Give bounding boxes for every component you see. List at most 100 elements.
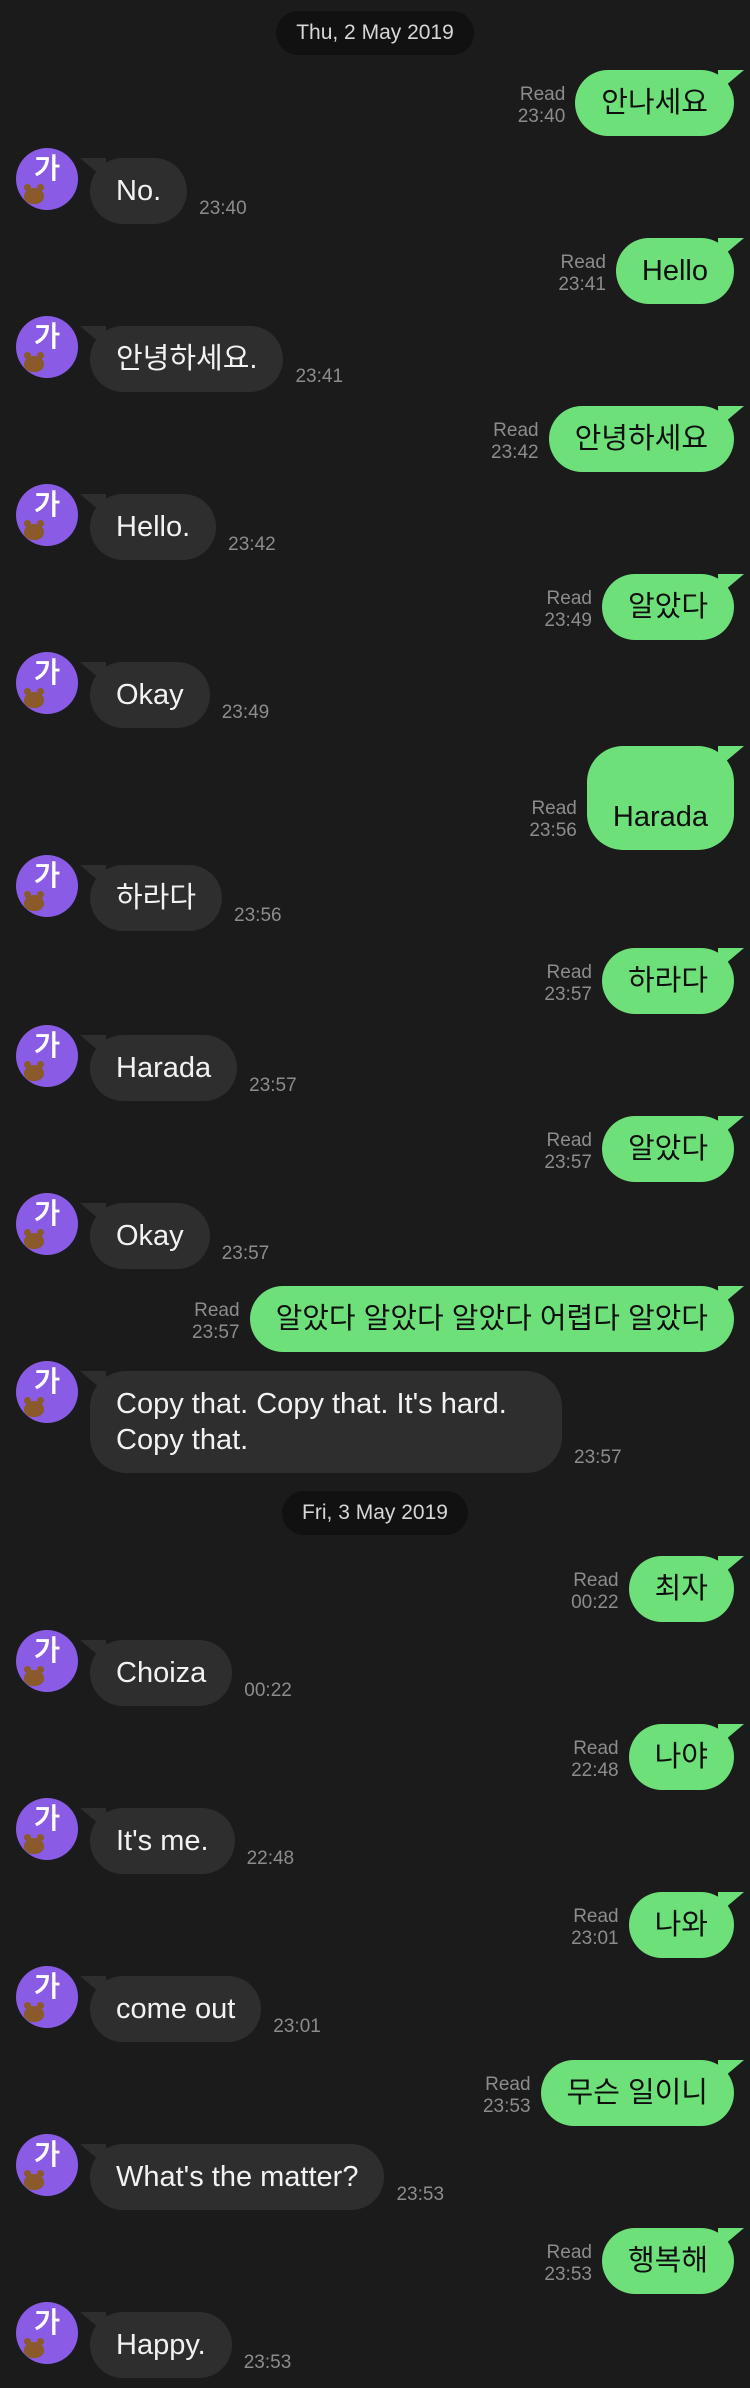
sent-message[interactable]: Read 23:53 무슨 일이니 [482,2060,745,2126]
bear-icon [24,1834,44,1854]
message-meta: Read 23:57 [544,962,592,1006]
message-meta: Read 23:40 [518,84,566,128]
avatar[interactable]: 가 [16,2134,78,2196]
avatar[interactable]: 가 [16,484,78,546]
sent-message[interactable]: Read 23:53 행복해 [544,2228,745,2294]
avatar[interactable]: 가 [16,652,78,714]
message-time: 23:01 [571,1928,619,1949]
read-receipt: Read [194,1300,240,1321]
sent-message[interactable]: Read 23:42 안녕하세요 [491,406,745,472]
received-message[interactable]: 가 Happy. 23:53 [16,2302,291,2378]
avatar[interactable]: 가 [16,1193,78,1255]
sent-bubble[interactable]: 행복해 [601,2228,745,2294]
avatar[interactable]: 가 [16,1025,78,1087]
received-bubble[interactable]: come out [79,1976,262,2042]
avatar-glyph: 가 [34,1971,60,2002]
received-bubble[interactable]: It's me. [80,1808,235,1874]
received-message[interactable]: 가 What's the matter? 23:53 [16,2134,444,2210]
received-message[interactable]: 가 하라다 23:56 [16,855,282,931]
received-bubble[interactable]: Harada [79,1035,238,1101]
avatar-glyph: 가 [34,321,60,352]
avatar[interactable]: 가 [16,1798,78,1860]
message-meta: Read 23:57 [544,1130,592,1174]
avatar-glyph: 가 [34,1366,60,1397]
avatar-glyph: 가 [34,489,60,520]
received-message[interactable]: 가 Copy that. Copy that. It's hard. Copy … [16,1361,622,1473]
sent-message[interactable]: Read 23:41 Hello [558,238,745,304]
received-bubble[interactable]: Okay [80,662,210,728]
received-message[interactable]: 가 No. 23:40 [16,148,247,224]
avatar[interactable]: 가 [16,148,78,210]
avatar-glyph: 가 [34,1030,60,1061]
received-message[interactable]: 가 Okay 23:49 [16,652,269,728]
message-time: 23:53 [243,2352,292,2373]
sent-bubble[interactable]: 하라다 [601,948,745,1014]
sent-message[interactable]: Read 23:57 하라다 [544,948,745,1014]
received-bubble[interactable]: 안녕하세요. [79,326,284,392]
sent-bubble[interactable]: 알았다 알았다 알았다 어렵다 알았다 [249,1286,745,1352]
received-bubble[interactable]: Choiza [79,1640,233,1706]
read-receipt: Read [531,798,577,819]
avatar-glyph: 가 [34,1198,60,1229]
message-time: 23:53 [544,2264,592,2285]
sent-message[interactable]: Read 22:48 나야 [571,1724,745,1790]
sent-bubble[interactable]: 최자 [628,1556,745,1622]
received-bubble[interactable]: 하라다 [79,865,223,931]
received-message[interactable]: 가 Okay 23:57 [16,1193,269,1269]
avatar[interactable]: 가 [16,1966,78,2028]
sent-bubble[interactable]: 나와 [628,1892,745,1958]
bear-icon [24,891,44,911]
bear-icon [24,1061,44,1081]
sent-message[interactable]: Read 23:57 알았다 알았다 알았다 어렵다 알았다 [192,1286,745,1352]
sent-bubble[interactable]: Hello [615,238,745,304]
message-meta: Read 23:56 [529,798,577,842]
avatar-glyph: 가 [34,153,60,184]
received-message[interactable]: 가 It's me. 22:48 [16,1798,294,1874]
avatar[interactable]: 가 [16,2302,78,2364]
received-message[interactable]: 가 Choiza 00:22 [16,1630,292,1706]
sent-bubble[interactable]: Harada [586,746,745,850]
read-receipt: Read [519,84,566,105]
sent-message[interactable]: Read 23:57 알았다 [544,1116,745,1182]
sent-message[interactable]: Read 23:49 알았다 [544,574,745,640]
message-time: 23:57 [249,1075,297,1096]
received-message[interactable]: 가 come out 23:01 [16,1966,321,2042]
message-time: 23:57 [192,1322,240,1343]
message-time: 23:53 [482,2096,531,2117]
avatar-glyph: 가 [34,2307,60,2338]
received-bubble[interactable]: What's the matter? [79,2144,385,2210]
sent-message[interactable]: Read 23:40 안나세요 [518,70,744,136]
avatar-glyph: 가 [34,657,60,688]
sent-bubble[interactable]: 안나세요 [575,70,744,136]
sent-bubble[interactable]: 알았다 [601,574,745,640]
sent-bubble[interactable]: 안녕하세요 [548,406,745,472]
message-time: 22:48 [571,1760,619,1781]
avatar[interactable]: 가 [16,1361,78,1423]
bear-icon [24,184,44,204]
sent-message[interactable]: Read 23:56 Harada [529,746,745,850]
received-bubble[interactable]: Happy. [80,2312,232,2378]
avatar[interactable]: 가 [16,1630,78,1692]
message-time: 23:53 [396,2184,445,2205]
chat-transcript[interactable]: Thu, 2 May 2019 Read 23:40 안나세요 가 No. 23:4… [0,0,750,2388]
sent-bubble[interactable]: 알았다 [601,1116,745,1182]
sent-bubble[interactable]: 무슨 일이니 [540,2060,745,2126]
received-message[interactable]: 가 Hello. 23:42 [16,484,276,560]
received-message[interactable]: 가 안녕하세요. 23:41 [16,316,343,392]
message-time: 22:48 [246,1848,295,1869]
message-meta: Read 22:48 [571,1738,619,1782]
avatar[interactable]: 가 [16,855,78,917]
received-bubble[interactable]: Okay [80,1203,210,1269]
received-bubble[interactable]: Hello. [79,494,217,560]
sent-bubble[interactable]: 나야 [628,1724,745,1790]
sent-message[interactable]: Read 23:01 나와 [571,1892,745,1958]
received-bubble[interactable]: No. [79,158,188,224]
received-bubble[interactable]: Copy that. Copy that. It's hard. Copy th… [80,1371,562,1473]
avatar[interactable]: 가 [16,316,78,378]
read-receipt: Read [546,2242,592,2263]
bear-icon [24,1666,44,1686]
received-message[interactable]: 가 Harada 23:57 [16,1025,297,1101]
message-time: 23:41 [295,366,344,387]
message-time: 23:01 [273,2016,321,2037]
sent-message[interactable]: Read 00:22 최자 [571,1556,745,1622]
